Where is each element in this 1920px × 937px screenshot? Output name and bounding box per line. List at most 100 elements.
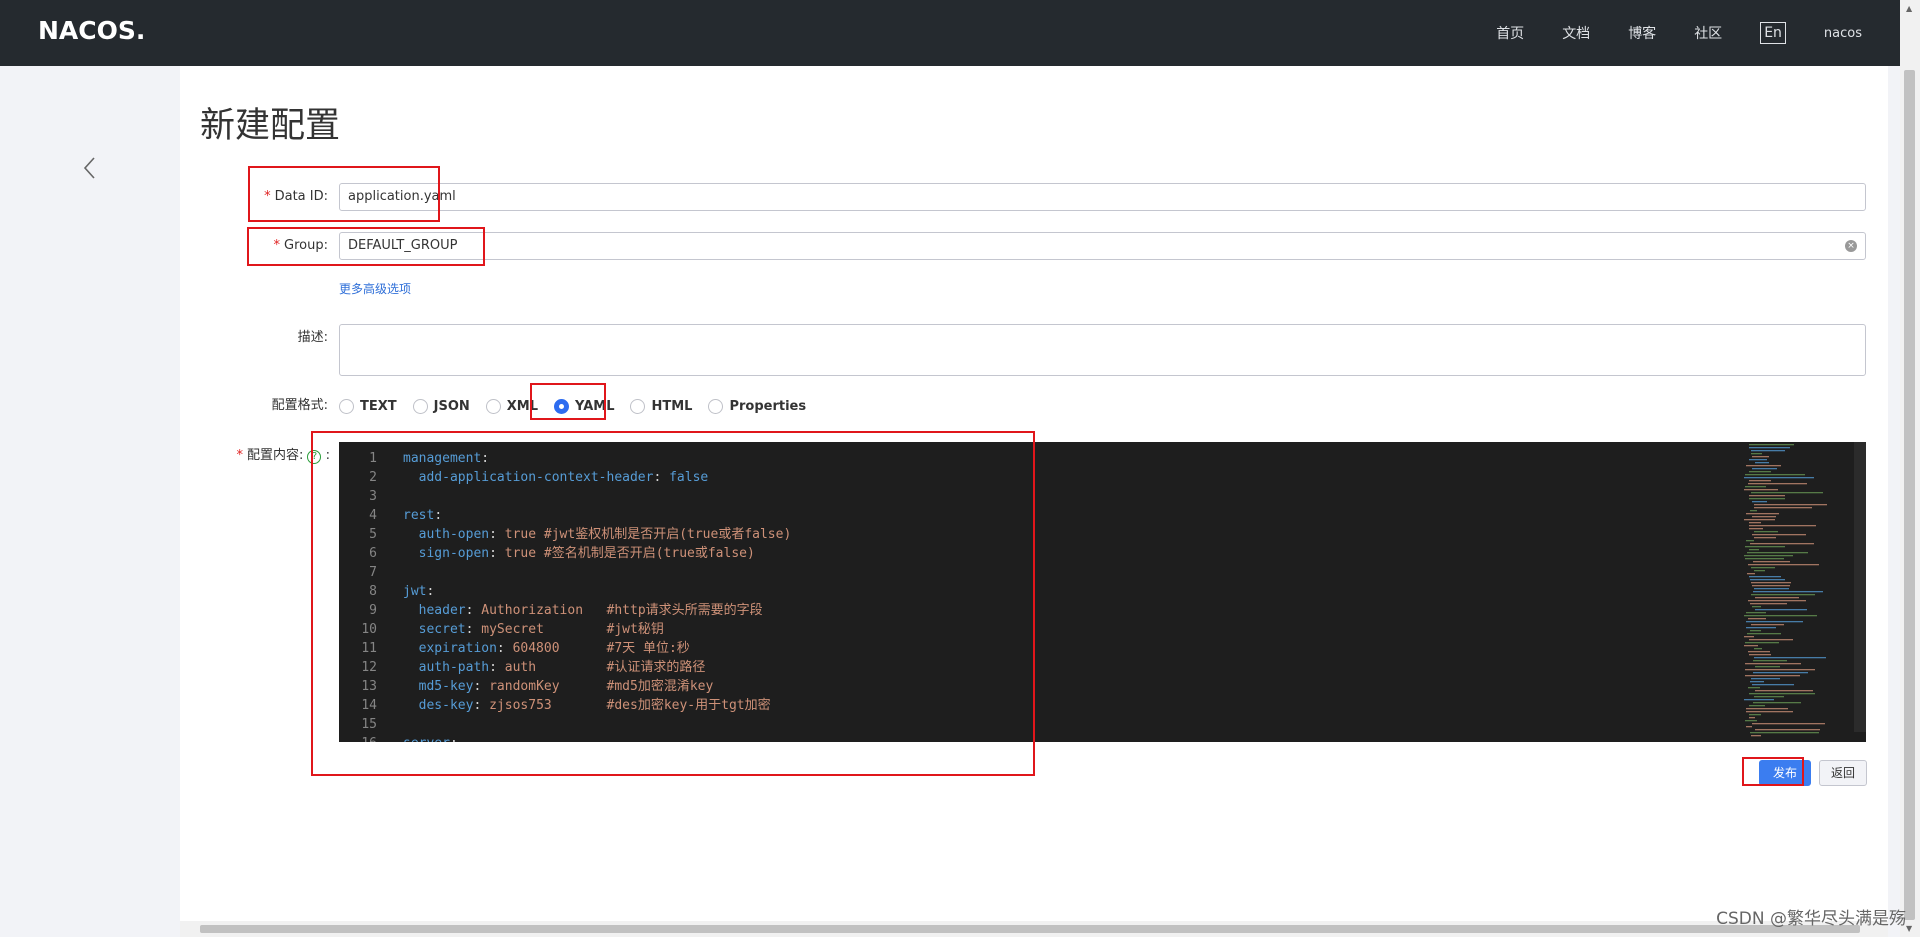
advanced-options-link[interactable]: 更多高级选项 [339,280,411,297]
format-radio-properties[interactable]: Properties [708,398,807,414]
minimap-line [1751,582,1791,584]
minimap-line [1754,588,1789,590]
top-navigation-bar: NACOS. 首页 文档 博客 社区 En nacos [0,0,1900,66]
minimap-line [1752,468,1777,470]
minimap-line [1749,528,1763,530]
minimap-line [1748,600,1806,602]
nav-blog[interactable]: 博客 [1628,23,1656,43]
minimap-line [1753,672,1808,674]
minimap-line [1753,561,1790,563]
minimap-line [1748,687,1760,689]
user-menu[interactable]: nacos [1824,26,1862,41]
format-radio-text[interactable]: TEXT [339,398,397,414]
minimap-line [1745,720,1757,722]
minimap-line [1744,477,1814,479]
group-input[interactable]: DEFAULT_GROUP × [339,232,1866,260]
horizontal-scrollbar[interactable] [180,921,1888,937]
minimap-line [1755,609,1807,611]
minimap-line [1750,510,1757,512]
minimap-line [1744,636,1754,638]
minimap-line [1750,603,1787,605]
minimap-line [1749,498,1785,500]
minimap-line [1750,543,1814,545]
minimap-line [1749,576,1781,578]
minimap-line [1746,621,1803,623]
content-label: * 配置内容: ? : [180,442,330,470]
minimap-line [1751,624,1784,626]
minimap-line [1753,591,1823,593]
scroll-thumb[interactable] [1904,70,1915,920]
minimap-line [1745,669,1815,671]
minimap-line [1749,522,1761,524]
data-id-input[interactable]: application.yaml [339,183,1866,211]
minimap-line [1750,681,1764,683]
minimap-line [1749,714,1761,716]
radio-label: HTML [651,398,693,414]
chevron-left-icon[interactable] [80,154,100,182]
minimap-line [1754,696,1784,698]
nav-home[interactable]: 首页 [1496,23,1524,43]
annotation-box-editor [311,431,1035,776]
minimap-line [1755,666,1780,668]
back-button[interactable]: 返回 [1819,760,1867,786]
description-label: 描述: [297,330,328,345]
language-toggle[interactable]: En [1760,22,1786,44]
minimap-line [1750,579,1785,581]
nav-docs[interactable]: 文档 [1562,23,1590,43]
format-radio-json[interactable]: JSON [412,398,470,414]
minimap-line [1749,717,1755,719]
minimap-line [1753,660,1787,662]
minimap-line [1745,486,1766,488]
minimap-line [1755,729,1820,731]
minimap-line [1749,549,1759,551]
minimap-line [1752,723,1825,725]
scroll-thumb[interactable] [200,925,1860,933]
minimap-line [1752,501,1767,503]
minimap-line [1754,648,1762,650]
minimap-line [1746,540,1754,542]
minimap-line [1751,594,1815,596]
minimap-line [1751,567,1775,569]
scroll-down-arrow-icon[interactable]: ▼ [1906,924,1912,933]
format-label: 配置格式: [271,398,328,413]
minimap-line [1754,657,1826,659]
nav-community[interactable]: 社区 [1694,23,1722,43]
minimap-line [1748,651,1770,653]
minimap-line [1746,711,1793,713]
annotation-box-yaml [530,383,606,420]
minimap-line [1748,483,1807,485]
nacos-logo[interactable]: NACOS. [38,16,145,45]
minimap-line [1750,732,1819,734]
minimap-line [1751,450,1785,452]
annotation-box-group [247,227,485,266]
radio-circle [708,398,724,414]
radio-circle [630,398,646,414]
annotation-box-data-id [248,166,440,222]
minimap-line [1751,492,1823,494]
radio-label: Properties [729,398,807,414]
minimap-line [1755,597,1799,599]
minimap-line [1752,516,1776,518]
minimap-line [1755,462,1769,464]
content-label-text: 配置内容: [246,448,304,463]
minimap-line [1754,504,1827,506]
format-radio-html[interactable]: HTML [630,398,693,414]
minimap-line [1749,444,1794,446]
minimap-line [1751,735,1761,737]
scroll-up-arrow-icon[interactable]: ▲ [1906,4,1912,13]
clear-icon[interactable]: × [1845,240,1857,252]
minimap-line [1747,633,1781,635]
minimap-line [1749,693,1815,695]
minimap-line [1746,726,1752,728]
minimap-line [1749,471,1771,473]
minimap-line [1749,447,1790,449]
main-content: 新建配置 * Data ID: application.yaml * Group: … [180,66,1888,921]
code-minimap[interactable] [1736,442,1866,742]
vertical-scrollbar[interactable]: ▲ ▼ [1900,0,1920,937]
minimap-line [1752,456,1769,458]
description-textarea[interactable] [339,324,1866,376]
minimap-line [1747,552,1808,554]
minimap-line [1746,627,1776,629]
minimap-line [1752,684,1794,686]
radio-label: JSON [433,398,470,414]
